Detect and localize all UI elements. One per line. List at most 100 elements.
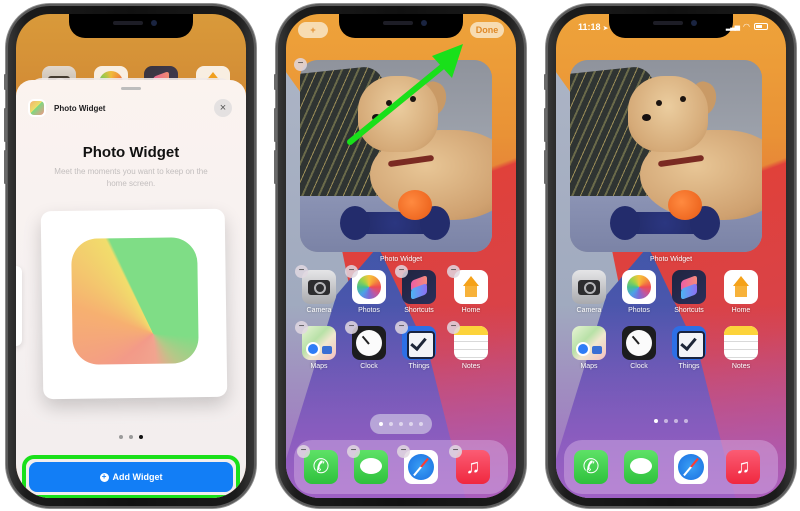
remove-app-button[interactable]: −	[397, 445, 410, 458]
app-photos[interactable]: − Photos	[345, 265, 392, 314]
shortcuts-icon	[402, 270, 436, 304]
app-maps[interactable]: Maps	[566, 326, 612, 370]
things-icon	[402, 326, 436, 360]
app-label: Shortcuts	[674, 307, 704, 314]
volume-up-button	[274, 108, 277, 142]
remove-app-button[interactable]: −	[295, 321, 308, 334]
page-indicator-pill[interactable]	[370, 414, 432, 434]
page-dot-active[interactable]	[379, 422, 383, 426]
page-dot[interactable]	[684, 419, 688, 423]
page-dot[interactable]	[664, 419, 668, 423]
app-label: Things	[678, 363, 700, 370]
notes-icon	[454, 326, 488, 360]
widget-size-page-indicator[interactable]	[16, 435, 246, 439]
done-button[interactable]: Done	[470, 22, 504, 38]
dock: − − − −	[294, 440, 508, 494]
screen: + Done − Photo Widget − Camera − Photos − S…	[286, 14, 516, 498]
dock-app-phone[interactable]: −	[297, 445, 344, 484]
remove-widget-button[interactable]: −	[294, 58, 307, 71]
previous-widget-card[interactable]	[16, 266, 22, 346]
mute-switch	[274, 74, 277, 90]
screen: 11:18 ➤ ▂▃▅ ◠ Photo Widget Camera Photos…	[556, 14, 786, 498]
app-label: Maps	[310, 363, 328, 370]
clock-icon	[352, 326, 386, 360]
add-widget-button[interactable]: + Add Widget	[29, 462, 233, 492]
dock	[564, 440, 778, 494]
page-dot[interactable]	[389, 422, 393, 426]
app-label: Camera	[576, 307, 602, 314]
dock-app-music[interactable]	[720, 450, 766, 484]
page-dot[interactable]	[674, 419, 678, 423]
page-dot[interactable]	[119, 435, 123, 439]
close-button[interactable]: ×	[214, 99, 232, 117]
remove-app-button[interactable]: −	[345, 321, 358, 334]
page-dot[interactable]	[399, 422, 403, 426]
page-dot[interactable]	[409, 422, 413, 426]
photo-widget[interactable]	[300, 60, 492, 252]
app-camera[interactable]: Camera	[566, 270, 612, 314]
page-dot-active[interactable]	[139, 435, 143, 439]
volume-up-button	[4, 108, 7, 142]
photo-widget[interactable]	[570, 60, 762, 252]
dock-app-messages[interactable]: −	[347, 445, 394, 484]
dock-app-safari[interactable]: −	[397, 445, 444, 484]
app-notes[interactable]: − Notes	[447, 321, 494, 370]
app-label: Notes	[731, 363, 751, 370]
wifi-icon: ◠	[743, 22, 750, 31]
app-things[interactable]: Things	[666, 326, 712, 370]
remove-app-button[interactable]: −	[295, 265, 308, 278]
phone-jiggle-mode: + Done − Photo Widget − Camera − Photos − S…	[274, 4, 526, 508]
app-photos[interactable]: Photos	[616, 270, 662, 314]
volume-down-button	[544, 150, 547, 184]
shortcuts-icon	[672, 270, 706, 304]
dock-app-phone[interactable]	[568, 450, 614, 484]
location-icon: ➤	[603, 26, 609, 32]
status-bar-time: 11:18 ➤	[578, 22, 608, 32]
remove-app-button[interactable]: −	[395, 265, 408, 278]
app-label: Things	[408, 363, 430, 370]
app-things[interactable]: − Things	[395, 321, 442, 370]
camera-icon	[302, 270, 336, 304]
page-dot[interactable]	[129, 435, 133, 439]
app-maps[interactable]: − Maps	[295, 321, 342, 370]
app-clock[interactable]: − Clock	[345, 321, 392, 370]
remove-app-button[interactable]: −	[395, 321, 408, 334]
remove-app-button[interactable]: −	[449, 445, 462, 458]
photo-widget-preview-art	[71, 237, 199, 365]
notch	[339, 14, 463, 38]
clock-icon	[622, 326, 656, 360]
page-dot[interactable]	[419, 422, 423, 426]
app-label: Clock	[630, 363, 648, 370]
maps-icon	[302, 326, 336, 360]
page-indicator[interactable]	[556, 419, 786, 423]
remove-app-button[interactable]: −	[297, 445, 310, 458]
add-widget-plus-button[interactable]: +	[298, 22, 328, 38]
photos-icon	[622, 270, 656, 304]
dock-app-safari[interactable]	[668, 450, 714, 484]
app-label: Maps	[580, 363, 598, 370]
app-notes[interactable]: Notes	[718, 326, 764, 370]
app-shortcuts[interactable]: Shortcuts	[666, 270, 712, 314]
remove-app-button[interactable]: −	[345, 265, 358, 278]
close-icon: ×	[219, 101, 227, 114]
page-dot-active[interactable]	[654, 419, 658, 423]
app-home[interactable]: − Home	[447, 265, 494, 314]
dock-app-messages[interactable]	[618, 450, 664, 484]
maps-icon	[572, 326, 606, 360]
remove-app-button[interactable]: −	[447, 265, 460, 278]
dock-app-music[interactable]: −	[449, 445, 496, 484]
sheet-header: Photo Widget ×	[30, 98, 232, 118]
time-text: 11:18	[578, 22, 601, 32]
remove-app-button[interactable]: −	[447, 321, 460, 334]
remove-app-button[interactable]: −	[347, 445, 360, 458]
plus-circle-icon: +	[99, 472, 109, 482]
things-icon	[672, 326, 706, 360]
app-shortcuts[interactable]: − Shortcuts	[395, 265, 442, 314]
sheet-title: Photo Widget	[82, 144, 180, 161]
app-label: Photos	[358, 307, 380, 314]
sheet-grabber[interactable]	[121, 87, 141, 90]
widget-preview-card[interactable]	[40, 208, 228, 400]
app-home[interactable]: Home	[718, 270, 764, 314]
app-camera[interactable]: − Camera	[295, 265, 342, 314]
app-clock[interactable]: Clock	[616, 326, 662, 370]
